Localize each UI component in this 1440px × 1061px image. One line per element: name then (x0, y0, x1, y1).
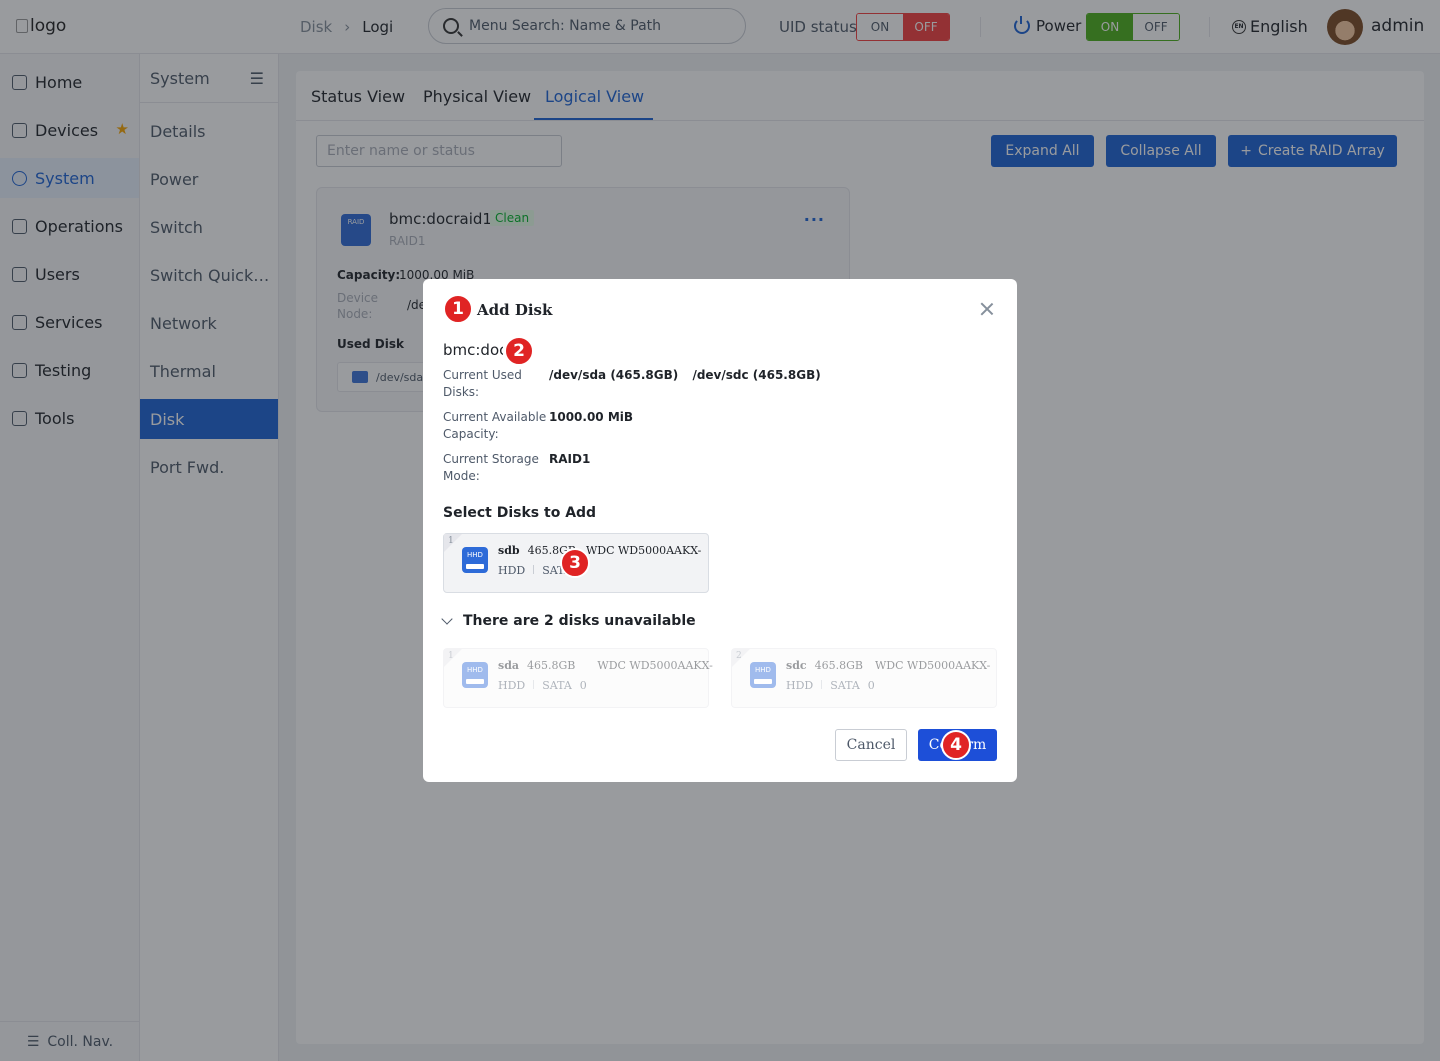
step-marker-3: 3 (560, 548, 590, 578)
disk-type: HDD (498, 679, 526, 692)
close-icon[interactable] (979, 301, 995, 317)
storage-mode-label: Current Storage Mode: (443, 452, 539, 483)
hdd-icon: HHD (462, 662, 488, 688)
step-marker-2: 2 (504, 336, 534, 366)
disk-size: 465.8GB (527, 659, 576, 672)
disk-slot: 0 (579, 679, 587, 692)
disk-slot: 0 (867, 679, 875, 692)
disk-bus: SATA (830, 679, 860, 692)
disk-model: WDC WD5000AAKX- (597, 659, 713, 672)
disk-index: 1 (448, 536, 454, 546)
disk-info-line: sdb 465.8GB WDC WD5000AAKX- (498, 544, 701, 557)
unavailable-disks-label: There are 2 disks unavailable (463, 613, 696, 629)
disk-name: sdb (498, 544, 520, 557)
disk-meta-line: HDD SATA 0 (786, 679, 875, 692)
disk-option-sda: 1 HHD sda 465.8GB WDC WD5000AAKX- HDD SATA 0 (443, 648, 713, 708)
array-name: bmc:docraid1 (443, 341, 503, 359)
disk-model: WDC WD5000AAKX- (874, 659, 991, 672)
hdd-icon: HHD (750, 662, 776, 688)
disk-option-sdc: 2 HHD sdc 465.8GB WDC WD5000AAKX- HDD SATA 0 (731, 648, 997, 708)
disk-info-line: sdc 465.8GB WDC WD5000AAKX- (786, 659, 990, 672)
disk-info-line: sda 465.8GB WDC WD5000AAKX- (498, 659, 713, 672)
unavailable-disks-toggle[interactable]: There are 2 disks unavailable (441, 613, 696, 629)
disk-type: HDD (498, 564, 526, 577)
disk-name: sdc (786, 659, 807, 672)
disk-meta-line: HDD SATA 0 (498, 679, 587, 692)
available-capacity-label: Current Available Capacity: (443, 410, 547, 441)
used-disk-sda: /dev/sda (465.8GB) (549, 368, 679, 382)
storage-mode-value: RAID1 (549, 452, 591, 466)
step-marker-4: 4 (941, 730, 971, 760)
disk-size: 465.8GB (814, 659, 863, 672)
chevron-down-icon (441, 613, 453, 625)
cancel-button[interactable]: Cancel (835, 729, 907, 761)
disk-name: sda (498, 659, 520, 672)
select-disks-heading: Select Disks to Add (443, 505, 597, 521)
disk-model: WDC WD5000AAKX- (585, 544, 702, 557)
available-capacity-value: 1000.00 MiB (549, 410, 634, 424)
disk-index: 1 (448, 651, 454, 661)
disk-index: 2 (736, 651, 742, 661)
used-disks-value: /dev/sda (465.8GB) /dev/sdc (465.8GB) (549, 368, 831, 382)
dialog-title: Add Disk (477, 301, 553, 319)
disk-type: HDD (786, 679, 814, 692)
hdd-icon: HHD (462, 547, 488, 573)
disk-bus: SATA (542, 679, 572, 692)
step-marker-1: 1 (443, 294, 473, 324)
used-disk-sdc: /dev/sdc (465.8GB) (692, 368, 821, 382)
used-disks-label: Current Used Disks: (443, 368, 522, 399)
